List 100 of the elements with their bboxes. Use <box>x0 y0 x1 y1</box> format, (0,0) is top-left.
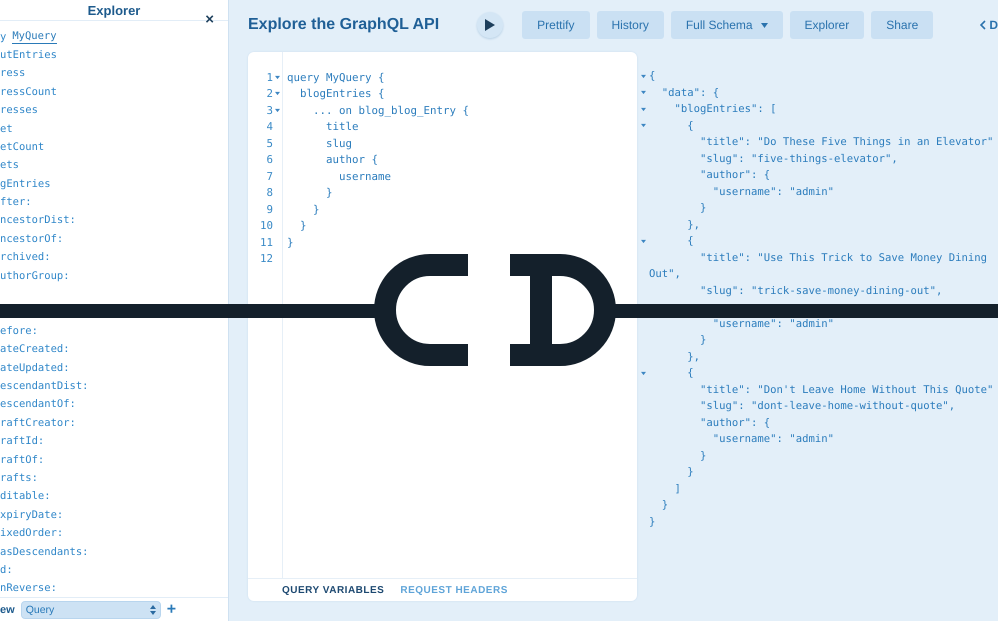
line-number: 8 <box>266 186 273 200</box>
code-line: blogEntries { <box>299 87 385 100</box>
docs-link[interactable]: D <box>980 18 998 32</box>
code-line: } <box>287 236 294 249</box>
schema-field[interactable]: d: <box>0 564 13 576</box>
schema-field[interactable]: ress <box>0 67 26 80</box>
result-line: { <box>686 367 694 380</box>
query-editor[interactable]: 1 2 3 4 5 6 7 8 9 10 11 12 query MyQuery { blogEntries { ... on blog_blog_Entry { title slug author { username } } } } QUERY VARIABLES REQUEST HEADERS <box>248 52 637 601</box>
schema-field[interactable]: efore: <box>0 324 38 337</box>
fold-arrow-icon[interactable] <box>641 74 646 79</box>
schema-field[interactable]: ditable: <box>0 490 51 502</box>
line-number: 3 <box>266 104 273 117</box>
code-line: username <box>338 170 392 183</box>
line-number: 12 <box>260 252 273 266</box>
code-line: title <box>325 120 359 134</box>
fold-arrow-icon[interactable] <box>275 108 280 113</box>
schema-field[interactable]: gEntries <box>0 178 51 190</box>
schema-field[interactable]: nReverse: <box>0 582 57 594</box>
run-button[interactable] <box>477 12 504 38</box>
schema-field[interactable]: etCount <box>0 140 44 153</box>
code-line: } <box>312 202 320 216</box>
updown-icon <box>150 604 156 615</box>
result-line: "slug": "dont-leave-home-without-quote", <box>699 400 956 412</box>
schema-field[interactable]: raftCreator: <box>0 416 76 429</box>
result-line: } <box>660 499 668 512</box>
result-line: "title": "Do These Five Things in an Elevator" <box>699 136 994 148</box>
schema-field[interactable]: ncestorDist: <box>0 214 76 226</box>
schema-field[interactable]: escendantOf: <box>0 398 76 410</box>
result-line: "username": "admin" <box>712 433 834 446</box>
fold-arrow-icon[interactable] <box>275 91 280 96</box>
schema-field[interactable]: ncestorOf: <box>0 232 64 245</box>
schema-field[interactable]: ixedOrder: <box>0 527 64 540</box>
editor-tab[interactable]: QUERY VARIABLES <box>282 584 384 596</box>
line-number: 11 <box>260 236 273 249</box>
fold-arrow-icon[interactable] <box>641 123 646 128</box>
result-line: }, <box>686 218 700 231</box>
result-line: ] <box>674 482 681 495</box>
schema-field[interactable]: utEntries <box>0 48 57 61</box>
play-icon <box>485 19 496 31</box>
schema-field[interactable]: rchived: <box>0 251 51 264</box>
schema-field[interactable]: ateUpdated: <box>0 362 70 374</box>
fold-arrow-icon[interactable] <box>641 106 646 112</box>
toolbar-button[interactable]: History <box>596 11 664 39</box>
schema-field[interactable]: xpiryDate: <box>0 508 64 521</box>
result-line: Out", <box>649 268 681 280</box>
close-button[interactable]: × <box>205 11 214 28</box>
fold-arrow-icon[interactable] <box>641 90 646 96</box>
result-line: "data": { <box>660 86 720 99</box>
line-number: 6 <box>266 153 273 166</box>
fold-arrow-icon[interactable] <box>275 74 280 80</box>
schema-field[interactable]: asDescendants: <box>0 546 89 558</box>
result-line: } <box>699 450 706 462</box>
schema-field[interactable]: uthorGroup: <box>0 270 70 282</box>
add-button[interactable]: + <box>166 600 176 619</box>
result-line: } <box>649 516 656 528</box>
schema-field[interactable]: resses <box>0 104 38 116</box>
schema-field[interactable]: raftOf: <box>0 454 44 466</box>
result-line: "author": { <box>699 416 770 429</box>
fold-arrow-icon[interactable] <box>641 370 646 376</box>
result-line: "username": "admin" <box>712 318 834 330</box>
toolbar-button[interactable]: Explorer <box>790 11 864 39</box>
schema-field[interactable]: et <box>0 122 13 134</box>
code-line: author { <box>325 153 378 166</box>
toolbar-button[interactable]: Prettify <box>522 11 590 39</box>
schema-field[interactable]: ets <box>0 159 19 172</box>
code-line: query MyQuery { <box>287 70 385 84</box>
toolbar-button[interactable]: Full Schema <box>670 11 783 39</box>
schema-field[interactable]: fter: <box>0 196 32 208</box>
result-line: { <box>686 120 694 132</box>
result-line: "username": "admin" <box>712 186 834 198</box>
operation-select[interactable]: Query <box>20 600 161 619</box>
code-line: } <box>299 219 307 232</box>
fold-arrow-icon[interactable] <box>641 238 646 244</box>
schema-field[interactable]: ressCount <box>0 86 57 98</box>
toolbar-button[interactable]: Share <box>871 11 934 39</box>
result-line: { <box>686 235 694 248</box>
result-line: "title": "Don't Leave Home Without This Quote" <box>699 384 994 396</box>
schema-field[interactable]: raftId: <box>0 435 44 448</box>
result-line: { <box>649 70 656 82</box>
result-line: "author": { <box>699 169 770 182</box>
line-number: 10 <box>260 219 273 232</box>
result-line: } <box>699 334 706 346</box>
result-line: } <box>686 466 694 478</box>
page-title: Explore the GraphQL API <box>248 16 440 34</box>
result-line: } <box>699 202 706 214</box>
schema-field[interactable]: escendantDist: <box>0 380 89 392</box>
schema-field[interactable]: rafts: <box>0 472 38 484</box>
operation-name-field[interactable]: MyQuery <box>12 29 57 44</box>
line-number: 1 <box>266 70 273 84</box>
line-number: 7 <box>266 170 273 183</box>
result-line: "slug": "five-things-elevator", <box>699 152 898 165</box>
code-line: ... on blog_blog_Entry { <box>312 104 470 117</box>
code-line: } <box>325 186 333 200</box>
schema-field[interactable]: ateCreated: <box>0 343 70 356</box>
result-line: }, <box>686 350 700 363</box>
panel-title: Explorer <box>88 2 140 18</box>
footer-label: ew <box>0 604 15 616</box>
editor-tab[interactable]: REQUEST HEADERS <box>400 584 508 596</box>
code-line: slug <box>325 136 352 150</box>
chevron-left-icon <box>980 20 986 30</box>
